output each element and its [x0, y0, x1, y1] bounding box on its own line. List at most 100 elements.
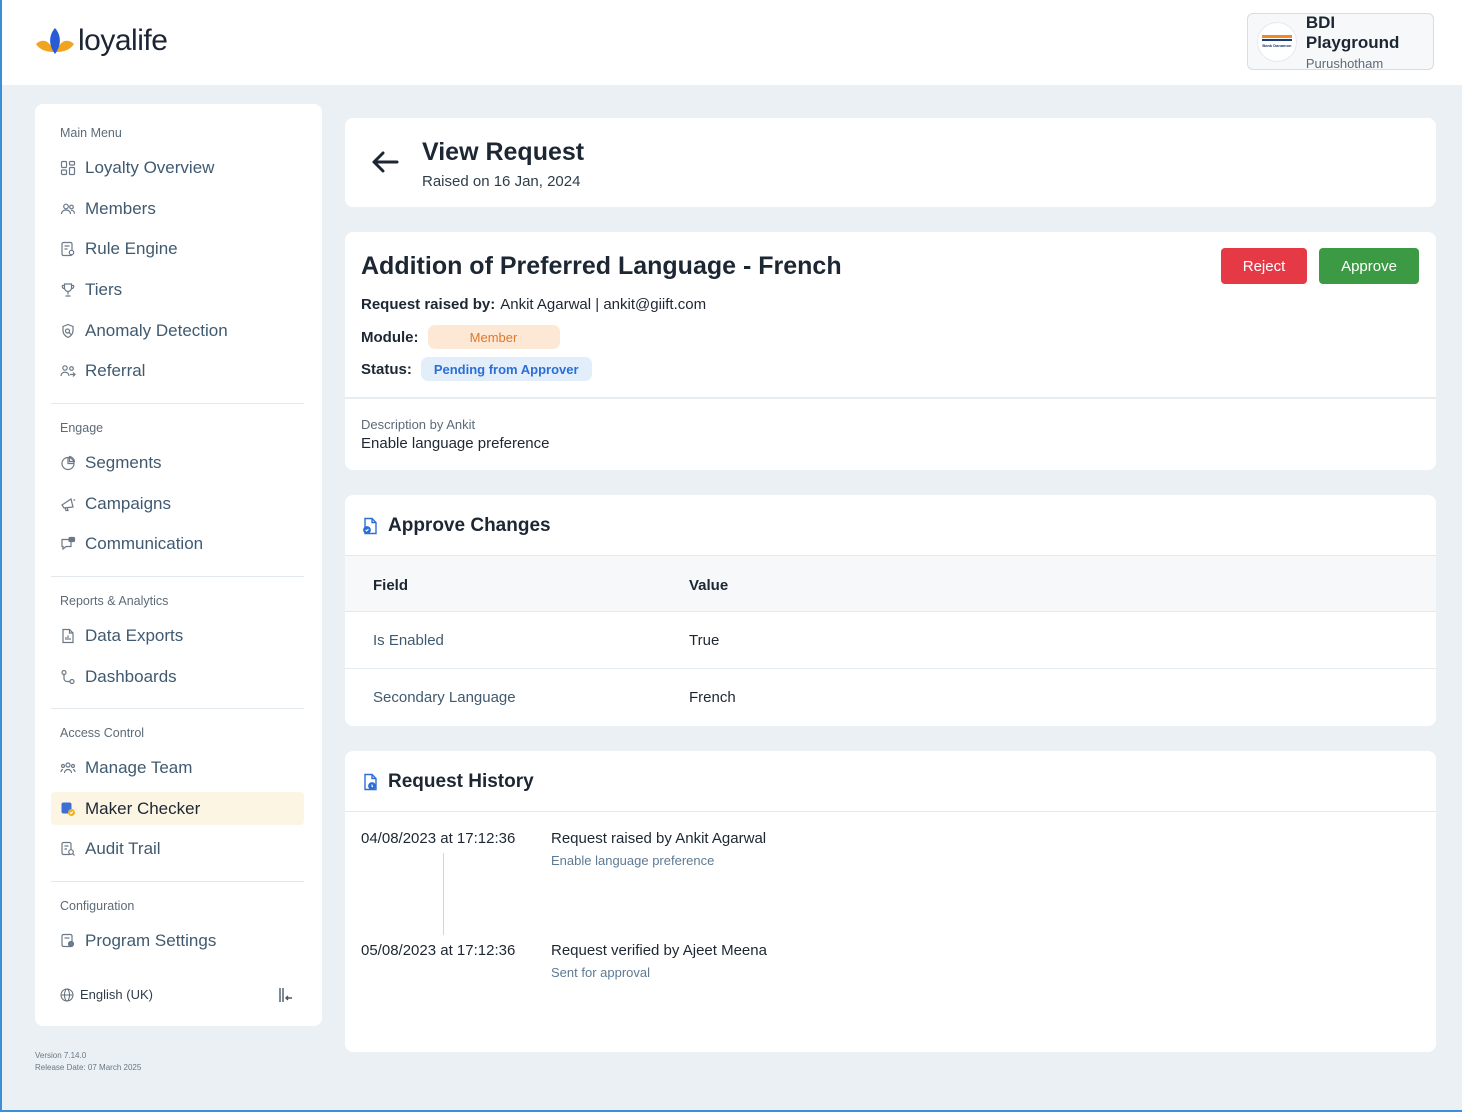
sidebar-item-loyalty-overview[interactable]: Loyalty Overview [51, 151, 304, 184]
request-history-title: Request History [388, 771, 534, 792]
description-label: Description by Ankit [361, 417, 476, 432]
logo-mark-icon [36, 28, 74, 54]
status-badge: Pending from Approver [420, 357, 592, 381]
request-title: Addition of Preferred Language - French [361, 252, 842, 280]
sidebar-divider [51, 708, 304, 709]
collapse-sidebar-icon[interactable] [277, 986, 295, 1004]
sidebar-item-label: Manage Team [85, 757, 193, 777]
table-row: Secondary Language French [345, 669, 1436, 726]
cell-value: True [689, 632, 720, 649]
description-text: Enable language preference [361, 435, 550, 452]
sidebar: Main Menu Loyalty Overview Members Rule … [35, 104, 322, 1026]
section-title-main-menu: Main Menu [60, 126, 122, 140]
sidebar-item-referral[interactable]: Referral [51, 354, 304, 387]
details-divider [345, 397, 1436, 399]
language-label: English (UK) [80, 987, 153, 1002]
file-icon [60, 628, 76, 644]
sidebar-item-label: Data Exports [85, 625, 184, 645]
sidebar-item-manage-team[interactable]: Manage Team [51, 751, 304, 784]
column-header-field: Field [373, 577, 409, 594]
timeline-connector [443, 853, 444, 935]
sidebar-item-label: Referral [85, 360, 146, 380]
sidebar-item-rule-engine[interactable]: Rule Engine [51, 232, 304, 265]
back-arrow-icon[interactable] [370, 148, 400, 176]
module-badge: Member [427, 325, 560, 349]
history-divider [345, 811, 1436, 812]
sidebar-item-members[interactable]: Members [51, 192, 304, 225]
sidebar-item-label: Program Settings [85, 930, 217, 950]
request-details-card: Addition of Preferred Language - French … [345, 232, 1436, 470]
sidebar-item-audit-trail[interactable]: Audit Trail [51, 832, 304, 865]
raised-by-row: Request raised by: Ankit Agarwal | ankit… [361, 296, 706, 313]
sidebar-item-data-exports[interactable]: Data Exports [51, 619, 304, 652]
sidebar-item-label: Audit Trail [85, 838, 161, 858]
sidebar-item-program-settings[interactable]: Program Settings [51, 924, 304, 957]
rule-engine-icon [60, 241, 76, 257]
reject-button[interactable]: Reject [1221, 248, 1307, 284]
sidebar-item-label: Tiers [85, 279, 123, 299]
section-title-configuration: Configuration [60, 899, 135, 913]
module-label: Module: [361, 328, 419, 346]
document-check-icon [363, 517, 377, 535]
members-icon [60, 201, 76, 217]
audit-icon [60, 841, 76, 857]
sidebar-item-label: Communication [85, 533, 204, 553]
sidebar-item-label: Rule Engine [85, 238, 178, 258]
sidebar-item-campaigns[interactable]: Campaigns [51, 487, 304, 520]
org-name: BDI Playground [1305, 12, 1400, 52]
anomaly-icon [60, 323, 76, 339]
history-title: Request verified by Ajeet Meena [551, 942, 767, 959]
page-title: View Request [422, 138, 585, 166]
request-history-card: Request History 04/08/2023 at 17:12:36 R… [345, 751, 1436, 1052]
version-label: Version 7.14.0 [35, 1051, 87, 1060]
sidebar-item-label: Anomaly Detection [85, 320, 228, 340]
status-label: Status: [361, 360, 412, 378]
sidebar-item-label: Campaigns [85, 493, 171, 513]
raised-by-label: Request raised by: [361, 296, 496, 313]
sidebar-divider [51, 576, 304, 577]
cell-field: Is Enabled [373, 632, 444, 649]
sidebar-item-label: Dashboards [85, 666, 177, 686]
history-date: 05/08/2023 at 17:12:36 [361, 942, 516, 959]
sidebar-item-label: Maker Checker [85, 798, 201, 818]
changes-table-header: Field Value [345, 555, 1436, 612]
sidebar-item-maker-checker[interactable]: Maker Checker [51, 792, 304, 825]
history-title: Request raised by Ankit Agarwal [551, 830, 767, 847]
language-selector[interactable]: English (UK) [60, 987, 153, 1002]
request-history-header: Request History [361, 771, 534, 793]
history-date: 04/08/2023 at 17:12:36 [361, 830, 516, 847]
approve-changes-card: Approve Changes Field Value Is Enabled T… [345, 495, 1436, 726]
section-title-reports: Reports & Analytics [60, 594, 169, 608]
team-icon [60, 760, 76, 776]
pie-icon [60, 455, 76, 471]
raised-on-date: Raised on 16 Jan, 2024 [422, 173, 581, 190]
referral-icon [60, 363, 76, 379]
dashboard-icon [60, 669, 76, 685]
approve-changes-title: Approve Changes [388, 515, 551, 536]
release-date: Release Date: 07 March 2025 [35, 1063, 142, 1072]
sidebar-divider [51, 881, 304, 882]
approve-button[interactable]: Approve [1319, 248, 1419, 284]
chat-icon [60, 536, 76, 552]
history-subtitle: Sent for approval [551, 965, 651, 980]
module-row: Module: Member [361, 325, 560, 349]
maker-checker-icon [60, 801, 76, 817]
top-bar: loyalife Bank Danamon BDI Playground Pur… [2, 0, 1462, 85]
history-subtitle: Enable language preference [551, 853, 715, 868]
settings-icon [60, 933, 76, 949]
section-title-access-control: Access Control [60, 726, 145, 740]
sidebar-item-communication[interactable]: Communication [51, 527, 304, 560]
sidebar-item-label: Loyalty Overview [85, 157, 215, 177]
brand-name: loyalife [78, 24, 168, 57]
org-switcher[interactable]: Bank Danamon BDI Playground Purushotham [1247, 12, 1434, 71]
sidebar-item-dashboards[interactable]: Dashboards [51, 660, 304, 693]
version-info: Version 7.14.0 Release Date: 07 March 20… [35, 1050, 141, 1074]
sidebar-item-anomaly-detection[interactable]: Anomaly Detection [51, 314, 304, 347]
sidebar-item-segments[interactable]: Segments [51, 446, 304, 479]
section-title-engage: Engage [60, 421, 104, 435]
sidebar-item-tiers[interactable]: Tiers [51, 273, 304, 306]
org-user: Purushotham [1305, 55, 1384, 71]
view-request-header: View Request Raised on 16 Jan, 2024 [345, 118, 1436, 207]
cell-field: Secondary Language [373, 689, 516, 706]
brand-logo[interactable]: loyalife [34, 24, 168, 58]
